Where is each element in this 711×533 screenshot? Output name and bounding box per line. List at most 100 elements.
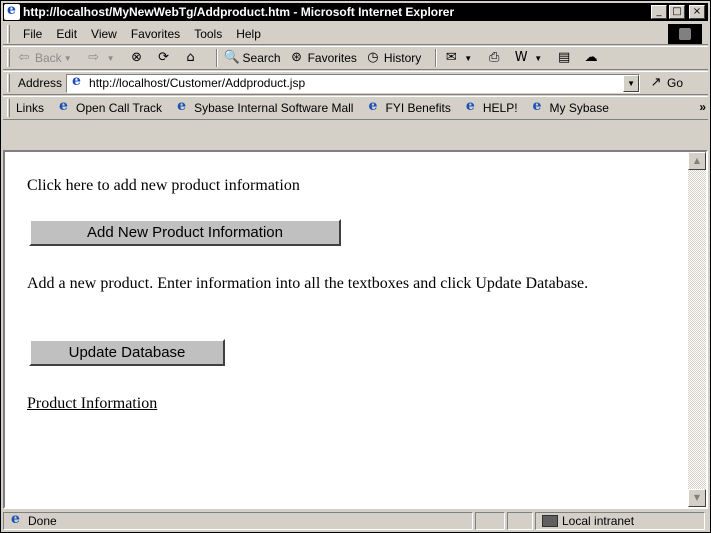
mail-button[interactable]: ✉ ▼ — [443, 50, 478, 66]
page-icon — [463, 98, 479, 116]
back-arrow-icon: ⇦ — [18, 50, 30, 65]
links-more-chevron-icon[interactable]: » — [699, 100, 706, 114]
instructions-text: Add a new product. Enter information int… — [27, 275, 589, 292]
toolbar-separator — [435, 49, 438, 67]
ie-logo-icon — [4, 2, 20, 20]
status-text: Done — [28, 514, 57, 528]
vertical-scrollbar[interactable]: ▲ ▼ — [688, 152, 706, 507]
scroll-up-icon[interactable]: ▲ — [688, 152, 706, 170]
favorites-label: Favorites — [307, 51, 357, 65]
status-pane — [507, 512, 533, 530]
menu-grip[interactable] — [7, 24, 10, 43]
add-product-button[interactable]: Add New Product Information — [29, 219, 341, 246]
address-input[interactable]: http://localhost/Customer/Addproduct.jsp… — [66, 73, 641, 93]
page-content: Click here to add new product informatio… — [5, 152, 688, 507]
standard-toolbar: ⇦ Back ▼ ⇨ ▼ ⊗ ⟳ ⌂ 🔍 Search ⊛ Favorites … — [3, 46, 708, 70]
forward-arrow-icon: ⇨ — [88, 50, 100, 65]
links-bar: Links Open Call Track Sybase Internal So… — [3, 96, 708, 120]
links-label: Links — [16, 101, 45, 115]
history-label: History — [383, 51, 422, 65]
history-button[interactable]: ◷ History — [365, 50, 421, 66]
toolbar-grip[interactable] — [7, 49, 10, 67]
page-icon — [174, 98, 190, 116]
address-grip[interactable] — [7, 74, 10, 92]
menu-tools[interactable]: Tools — [187, 27, 229, 41]
menu-edit[interactable]: Edit — [49, 27, 84, 41]
print-button[interactable]: ⎙ — [486, 50, 505, 66]
address-label: Address — [18, 76, 63, 90]
page-icon — [56, 98, 72, 116]
search-label: Search — [242, 51, 281, 65]
title-bar: http://localhost/MyNewWebTg/Addproduct.h… — [3, 2, 708, 21]
go-button[interactable]: ↗ Go — [648, 75, 683, 91]
link-label: My Sybase — [549, 101, 609, 115]
menu-file[interactable]: File — [16, 27, 49, 41]
favorites-star-icon: ⊛ — [291, 50, 303, 65]
page-icon — [8, 511, 24, 529]
link-open-call-track[interactable]: Open Call Track — [54, 98, 163, 116]
update-database-button[interactable]: Update Database — [29, 339, 225, 366]
history-icon: ◷ — [367, 50, 379, 65]
search-button[interactable]: 🔍 Search — [224, 50, 281, 66]
page-icon — [69, 73, 85, 91]
edit-dropdown-icon[interactable]: ▼ — [534, 54, 542, 63]
toolbar-separator — [215, 49, 218, 67]
messenger-button[interactable]: ☁ — [583, 50, 602, 66]
intranet-icon — [542, 515, 558, 527]
discuss-icon: ▤ — [557, 50, 571, 65]
back-dropdown-icon[interactable]: ▼ — [64, 54, 72, 63]
print-icon: ⎙ — [488, 50, 500, 65]
refresh-button[interactable]: ⟳ — [156, 50, 175, 66]
link-label: Open Call Track — [76, 101, 163, 115]
mail-icon: ✉ — [445, 50, 457, 65]
intro-text: Click here to add new product informatio… — [27, 177, 300, 194]
home-button[interactable]: ⌂ — [183, 50, 202, 66]
page-icon — [365, 98, 381, 116]
stop-button[interactable]: ⊗ — [129, 50, 148, 66]
address-url[interactable]: http://localhost/Customer/Addproduct.jsp — [89, 76, 305, 90]
link-label: FYI Benefits — [385, 101, 451, 115]
back-button[interactable]: ⇦ Back ▼ — [16, 50, 78, 66]
link-label: HELP! — [482, 101, 518, 115]
word-edit-icon: W — [514, 50, 528, 65]
discuss-button[interactable]: ▤ — [556, 50, 575, 66]
page-icon — [530, 98, 546, 116]
windows-logo-icon — [668, 24, 702, 44]
mail-dropdown-icon[interactable]: ▼ — [464, 54, 472, 63]
go-label: Go — [667, 76, 684, 90]
menu-view[interactable]: View — [84, 27, 124, 41]
go-arrow-icon: ↗ — [650, 75, 662, 90]
window-title: http://localhost/MyNewWebTg/Addproduct.h… — [23, 5, 455, 19]
links-grip[interactable] — [7, 99, 10, 117]
link-my-sybase[interactable]: My Sybase — [528, 98, 609, 116]
status-main: Done — [3, 511, 473, 530]
menu-bar: File Edit View Favorites Tools Help — [3, 23, 708, 45]
menu-favorites[interactable]: Favorites — [124, 27, 187, 41]
messenger-icon: ☁ — [584, 50, 598, 65]
search-icon: 🔍 — [223, 50, 240, 65]
zone-label: Local intranet — [562, 514, 635, 528]
page-frame: Click here to add new product informatio… — [3, 150, 708, 509]
product-information-link[interactable]: Product Information — [27, 395, 157, 413]
scroll-down-icon[interactable]: ▼ — [688, 489, 706, 507]
address-dropdown-icon[interactable]: ▼ — [623, 74, 640, 92]
status-bar: Done Local intranet — [3, 511, 708, 531]
stop-icon: ⊗ — [131, 50, 142, 65]
link-fyi-benefits[interactable]: FYI Benefits — [363, 98, 451, 116]
security-zone: Local intranet — [535, 512, 705, 530]
link-label: Sybase Internal Software Mall — [194, 101, 354, 115]
favorites-button[interactable]: ⊛ Favorites — [289, 50, 357, 66]
maximize-button[interactable]: □ — [669, 5, 685, 19]
close-button[interactable]: × — [689, 5, 705, 19]
menu-help[interactable]: Help — [229, 27, 268, 41]
browser-window: http://localhost/MyNewWebTg/Addproduct.h… — [0, 0, 711, 533]
minimize-button[interactable]: _ — [651, 5, 667, 19]
forward-button[interactable]: ⇨ ▼ — [86, 50, 121, 66]
link-help[interactable]: HELP! — [461, 98, 518, 116]
edit-button[interactable]: W ▼ — [513, 50, 548, 66]
home-icon: ⌂ — [186, 50, 195, 65]
forward-dropdown-icon[interactable]: ▼ — [107, 54, 115, 63]
address-bar: Address http://localhost/Customer/Addpro… — [3, 71, 708, 95]
status-pane — [475, 512, 505, 530]
link-sybase-software-mall[interactable]: Sybase Internal Software Mall — [172, 98, 354, 116]
